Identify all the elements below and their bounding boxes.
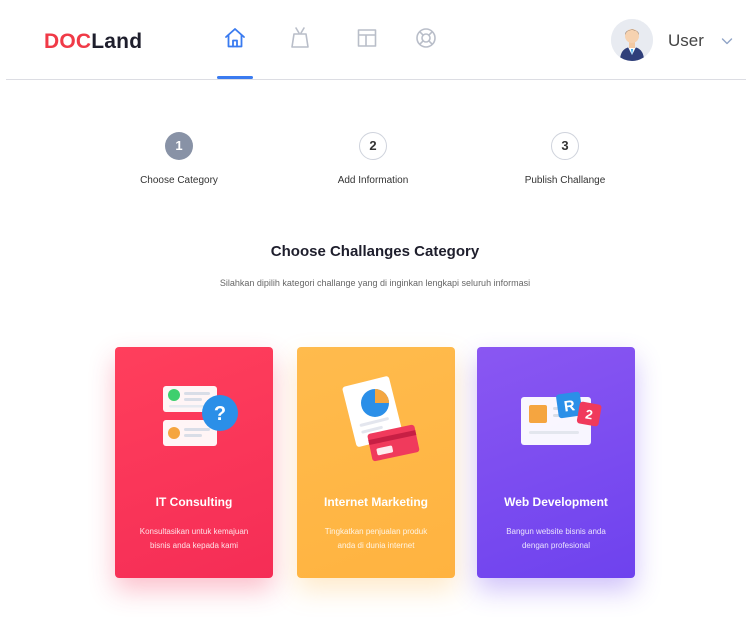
page-title: Choose Challanges Category xyxy=(270,243,480,260)
web-development-illustration-icon: R 2 xyxy=(477,367,635,467)
card-description: Bangun website bisnis anda dengan profes… xyxy=(491,525,621,553)
card-description-line: Konsultasikan untuk kemajuan xyxy=(139,527,249,536)
avatar[interactable] xyxy=(611,19,653,61)
header-divider xyxy=(6,79,746,80)
chevron-down-icon[interactable] xyxy=(720,34,734,48)
marketing-illustration-icon xyxy=(297,367,455,467)
card-title: IT Consulting xyxy=(155,495,233,509)
step-label: Publish Challange xyxy=(524,175,606,186)
logo-accent-text: DOC xyxy=(44,30,92,53)
card-description-line: Tingkatkan penjualan produk xyxy=(324,527,428,536)
card-description: Tingkatkan penjualan produk anda di duni… xyxy=(311,525,441,553)
step-publish-challange[interactable]: 3 Publish Challange xyxy=(485,132,645,186)
consulting-illustration-icon: ? xyxy=(115,367,273,467)
top-header: DOCLand User xyxy=(0,0,750,80)
card-description-line: anda di dunia internet xyxy=(337,541,415,550)
card-description-line: Bangun website bisnis anda xyxy=(506,527,606,536)
page-subtitle: Silahkan dipilih kategori challange yang… xyxy=(219,278,531,288)
svg-text:?: ? xyxy=(214,403,226,425)
step-number: 2 xyxy=(359,132,387,160)
app-logo[interactable]: DOCLand xyxy=(44,30,142,54)
step-label: Add Information xyxy=(337,175,409,186)
step-number: 1 xyxy=(165,132,193,160)
step-choose-category[interactable]: 1 Choose Category xyxy=(99,132,259,186)
tv-icon[interactable] xyxy=(288,26,312,50)
category-card-web-development[interactable]: R 2 Web Development Bangun website bisni… xyxy=(477,347,635,578)
card-description-line: dengan profesional xyxy=(521,541,591,550)
step-number: 3 xyxy=(551,132,579,160)
layout-icon[interactable] xyxy=(355,26,379,50)
lifebuoy-icon[interactable] xyxy=(414,26,438,50)
logo-text: Land xyxy=(91,30,143,53)
step-label: Choose Category xyxy=(140,175,218,186)
home-icon[interactable] xyxy=(223,26,247,50)
user-name[interactable]: User xyxy=(668,31,704,51)
step-add-information[interactable]: 2 Add Information xyxy=(293,132,453,186)
card-title: Web Development xyxy=(504,495,608,509)
card-description-line: bisnis anda kepada kami xyxy=(149,541,239,550)
category-card-internet-marketing[interactable]: Internet Marketing Tingkatkan penjualan … xyxy=(297,347,455,578)
category-card-it-consulting[interactable]: ? IT Consulting Konsultasikan untuk kema… xyxy=(115,347,273,578)
card-description: Konsultasikan untuk kemajuan bisnis anda… xyxy=(129,525,259,553)
card-title: Internet Marketing xyxy=(323,495,428,509)
